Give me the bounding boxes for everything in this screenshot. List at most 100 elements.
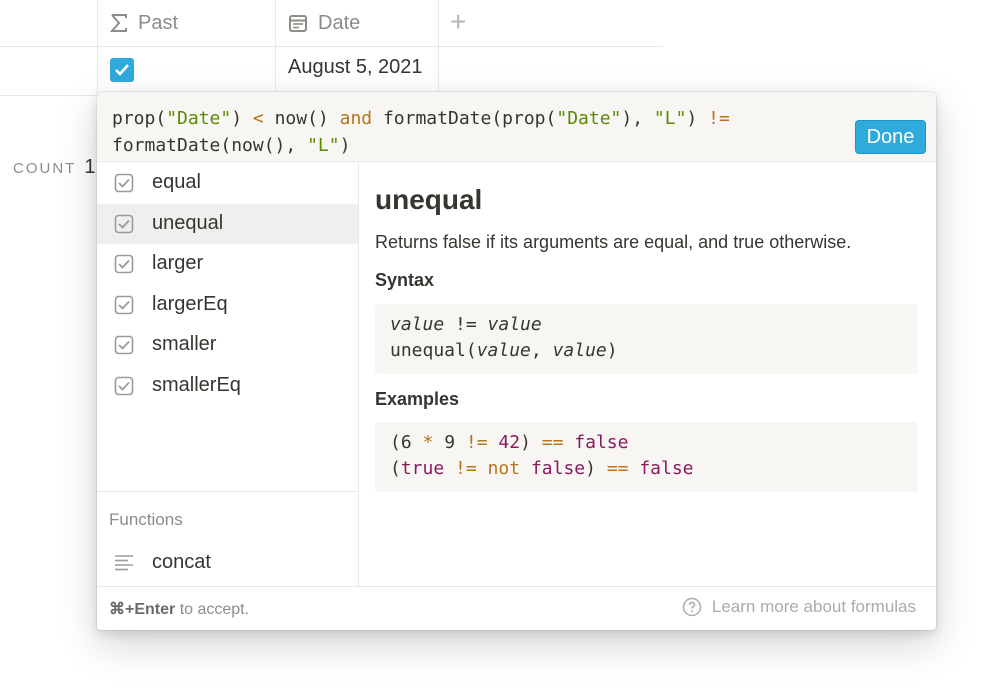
formula-token: and xyxy=(339,108,373,129)
formula-token: ) xyxy=(231,108,253,129)
checkbox-icon xyxy=(114,335,134,355)
code-token: true xyxy=(400,458,445,479)
function-item-equal[interactable]: equal xyxy=(97,163,358,203)
question-circle-icon xyxy=(682,597,702,617)
function-item-label: larger xyxy=(152,252,204,274)
checkbox-icon xyxy=(114,254,134,274)
checkbox-icon xyxy=(114,295,134,315)
formula-token: "L" xyxy=(307,135,340,156)
accept-hint: ⌘+Enter to accept. xyxy=(109,599,249,619)
function-item-label: smallerEq xyxy=(152,373,241,396)
code-token: != xyxy=(444,314,488,335)
formula-input[interactable]: prop("Date") < now() and formatDate(prop… xyxy=(112,105,812,159)
code-token: ) xyxy=(585,458,607,479)
code-token: not xyxy=(487,458,521,479)
function-item-label: concat xyxy=(152,551,211,573)
sigma-icon xyxy=(110,13,128,33)
checkbox-icon xyxy=(114,214,134,234)
text-lines-icon xyxy=(114,553,134,573)
code-token: value xyxy=(390,314,445,335)
checkmark-icon xyxy=(115,64,129,76)
function-item-unequal[interactable]: unequal xyxy=(97,203,358,244)
formula-token: "L" xyxy=(653,108,687,129)
function-item-smallereq[interactable]: smallerEq xyxy=(97,366,358,406)
formula-token: ), xyxy=(621,108,654,129)
formula-token: "Date" xyxy=(166,108,232,129)
date-cell[interactable]: August 5, 2021 xyxy=(288,56,423,79)
popup-footer: ⌘+Enter to accept. Learn more about form… xyxy=(97,586,936,630)
doc-description: Returns false if its arguments are equal… xyxy=(375,232,852,252)
code-token: 42 xyxy=(487,432,521,453)
code-line: value != value xyxy=(390,312,903,338)
syntax-code: value != value unequal(value, value) xyxy=(375,304,918,374)
code-line: (6 * 9 != 42) == false xyxy=(390,430,903,456)
code-token: false xyxy=(530,458,586,479)
code-token: , xyxy=(530,340,553,361)
code-token: ( xyxy=(390,458,401,479)
formula-token: formatDate(now(), xyxy=(112,135,308,156)
code-token: == xyxy=(606,458,629,479)
count-footer[interactable]: COUNT 1 xyxy=(13,156,95,179)
count-label: COUNT xyxy=(13,160,77,177)
code-token: unequal( xyxy=(390,340,477,361)
code-token: value xyxy=(476,340,531,361)
code-token: value xyxy=(552,340,607,361)
code-token: false xyxy=(628,458,694,479)
formula-token: ) xyxy=(686,108,709,129)
count-value: 1 xyxy=(84,156,96,178)
column-divider xyxy=(275,0,276,95)
formula-editor[interactable]: prop("Date") < now() and formatDate(prop… xyxy=(97,92,936,162)
learn-more-label: Learn more about formulas xyxy=(711,597,916,616)
formula-token: now() xyxy=(263,108,340,129)
code-token: value xyxy=(487,314,542,335)
doc-panel: unequal Returns false if its arguments a… xyxy=(359,162,936,586)
done-button[interactable]: Done xyxy=(855,120,926,154)
code-token: * xyxy=(422,432,434,453)
examples-heading: Examples xyxy=(375,389,460,409)
function-item-label: smaller xyxy=(152,333,217,355)
code-token: == xyxy=(541,432,564,453)
shortcut-key: ⌘+Enter xyxy=(109,601,176,618)
code-token: ) xyxy=(520,432,542,453)
checkbox-icon xyxy=(114,173,134,193)
function-item-largereq[interactable]: largerEq xyxy=(97,285,358,325)
column-header-past[interactable]: Past xyxy=(110,0,178,46)
function-list[interactable]: equal unequal larger largerEq smaller smaller… xyxy=(97,162,359,586)
examples-code: (6 * 9 != 42) == false (true != not false… xyxy=(375,422,918,492)
add-column-button[interactable]: + xyxy=(450,6,466,38)
learn-more-link[interactable]: Learn more about formulas xyxy=(682,597,916,617)
functions-section-label: Functions xyxy=(109,510,183,529)
code-token: != xyxy=(455,458,477,479)
formula-token: != xyxy=(708,108,730,129)
formula-token: prop( xyxy=(112,108,167,129)
function-item-label: equal xyxy=(152,171,201,193)
code-line: (true != not false) == false xyxy=(390,456,903,482)
code-token: ) xyxy=(606,340,618,361)
column-divider xyxy=(438,0,439,95)
checkbox-icon xyxy=(114,376,134,396)
column-header-date[interactable]: Date xyxy=(288,0,360,46)
formula-popup: prop("Date") < now() and formatDate(prop… xyxy=(97,92,936,630)
column-header-label: Date xyxy=(318,11,361,34)
function-item-concat[interactable]: concat xyxy=(97,543,358,583)
function-item-larger[interactable]: larger xyxy=(97,244,358,284)
code-token: 9 xyxy=(433,432,466,453)
past-checkbox[interactable] xyxy=(110,58,134,82)
formula-token: < xyxy=(252,108,264,129)
function-item-smaller[interactable]: smaller xyxy=(97,325,358,365)
formula-token: "Date" xyxy=(556,108,622,129)
function-item-label: largerEq xyxy=(152,292,228,315)
column-header-label: Past xyxy=(138,11,179,34)
function-item-label: unequal xyxy=(152,211,224,234)
code-token: false xyxy=(563,432,629,453)
code-token: != xyxy=(465,432,488,453)
list-divider xyxy=(97,491,358,492)
doc-title: unequal xyxy=(375,184,483,215)
calendar-icon xyxy=(288,13,308,33)
row-divider xyxy=(0,46,663,47)
code-line: unequal(value, value) xyxy=(390,338,903,364)
formula-token: formatDate(prop( xyxy=(372,108,557,129)
syntax-heading: Syntax xyxy=(375,270,435,290)
